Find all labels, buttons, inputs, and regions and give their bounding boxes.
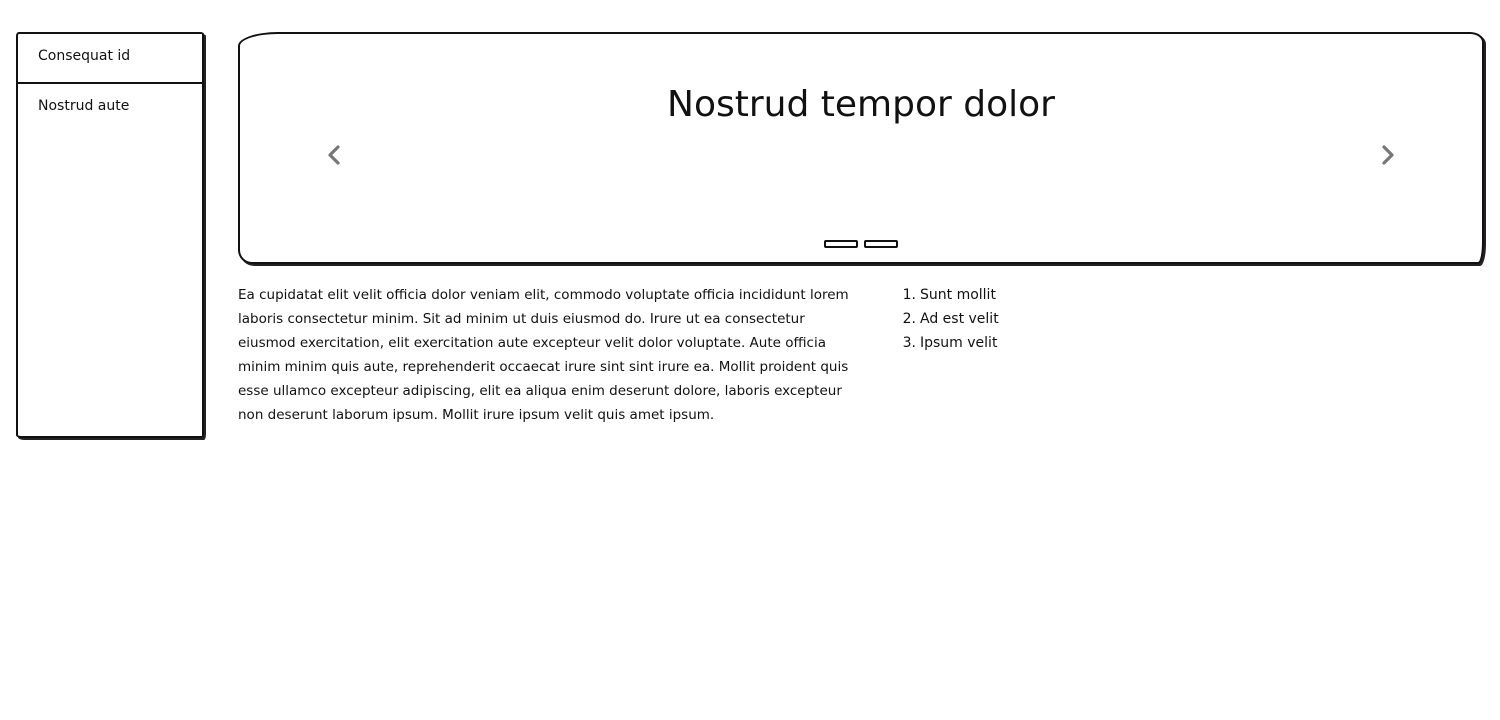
list-item: 1. Sunt mollit: [900, 283, 999, 307]
sidebar-nav: Consequat id Nostrud aute: [16, 32, 204, 438]
carousel-title: Nostrud tempor dolor: [667, 84, 1055, 125]
list-item-text: Sunt mollit: [920, 287, 996, 303]
list-item-number: 3.: [902, 335, 916, 351]
list-item-number: 2.: [902, 311, 916, 327]
list-item-number: 1.: [902, 287, 916, 303]
list-item-text: Ipsum velit: [920, 335, 998, 351]
carousel: Nostrud tempor dolor: [238, 32, 1484, 264]
sidebar-item-consequat-id[interactable]: Consequat id: [18, 34, 202, 84]
list-item: 3. Ipsum velit: [900, 331, 999, 355]
carousel-indicator-2[interactable]: [864, 240, 898, 248]
carousel-next-button[interactable]: [1372, 140, 1402, 170]
list-item-text: Ad est velit: [920, 311, 999, 327]
carousel-indicators: [824, 240, 898, 248]
chevron-right-icon: [1382, 145, 1394, 165]
sidebar-item-label: Consequat id: [38, 48, 131, 64]
sidebar-item-nostrud-aute[interactable]: Nostrud aute: [18, 84, 202, 134]
carousel-prev-button[interactable]: [320, 140, 350, 170]
body-paragraph: Ea cupidatat elit velit officia dolor ve…: [238, 287, 849, 423]
ordered-list: 1. Sunt mollit 2. Ad est velit 3. Ipsum vel…: [900, 283, 999, 355]
sidebar-item-label: Nostrud aute: [38, 98, 130, 114]
list-item: 2. Ad est velit: [900, 307, 999, 331]
carousel-indicator-1[interactable]: [824, 240, 858, 248]
chevron-left-icon: [328, 145, 340, 165]
